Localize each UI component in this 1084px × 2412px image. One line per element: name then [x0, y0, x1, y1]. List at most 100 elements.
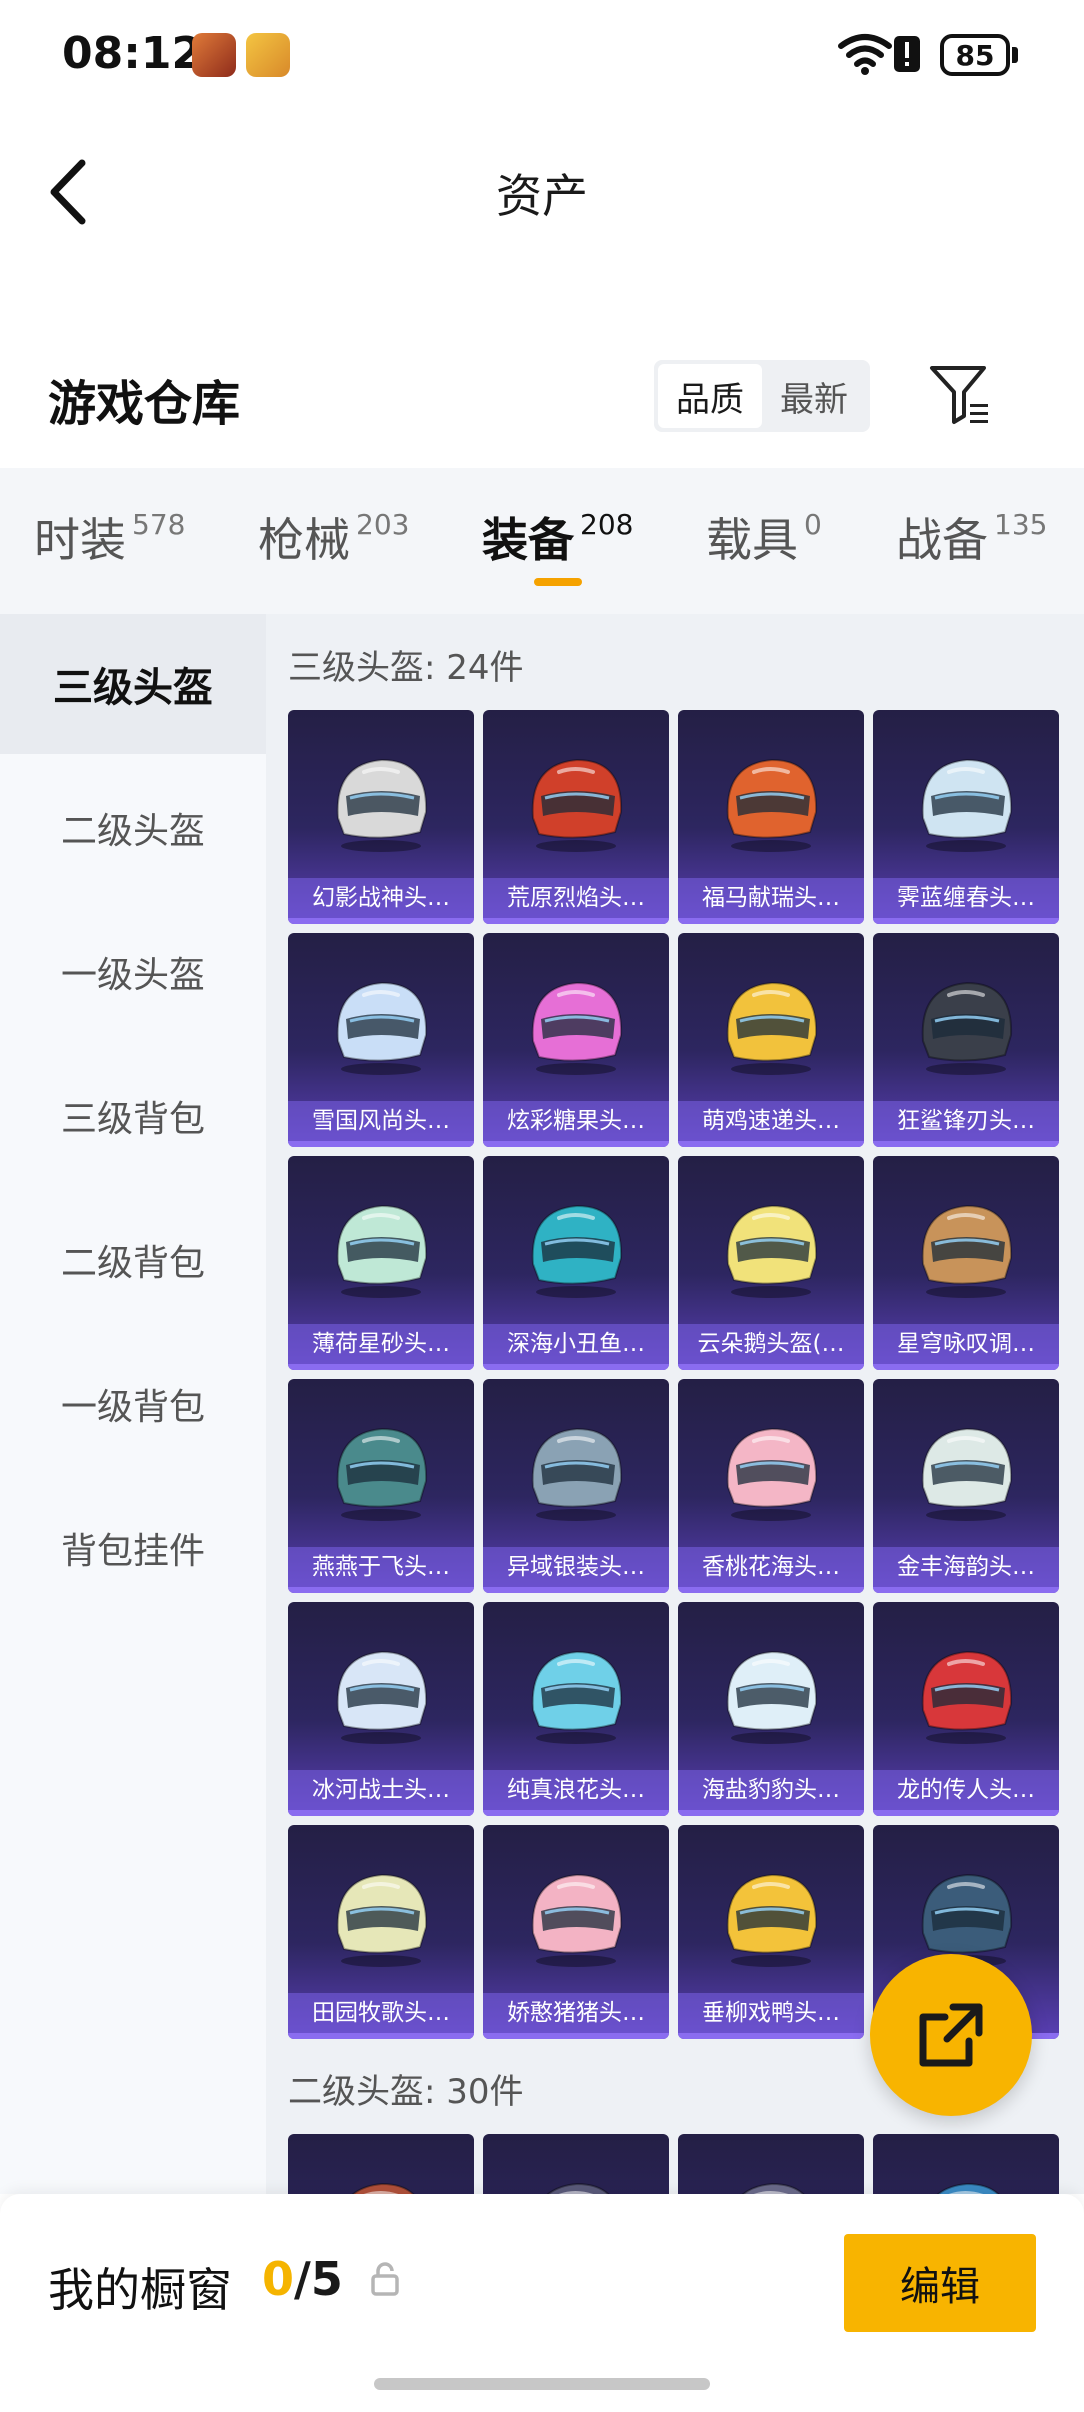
lock-icon [371, 2262, 399, 2296]
item-name: 炫彩糖果头… [483, 1101, 669, 1141]
item-name: 深海小丑鱼… [483, 1324, 669, 1364]
share-icon [919, 2003, 983, 2067]
helmet-icon [726, 1873, 818, 1967]
tab-count: 203 [356, 508, 410, 541]
item-card[interactable]: 纯真浪花头… [483, 1602, 669, 1816]
item-card[interactable]: 田园牧歌头… [288, 1825, 474, 2039]
sidebar-item-level1-backpack[interactable]: 一级背包 [0, 1334, 266, 1474]
showcase-total: /5 [294, 2252, 343, 2306]
warehouse-title: 游戏仓库 [48, 376, 241, 432]
helmet-icon [531, 1204, 623, 1298]
item-card[interactable]: 萌鸡速递头… [678, 933, 864, 1147]
tab-label: 枪械 [258, 513, 350, 567]
item-card[interactable] [678, 2134, 864, 2194]
item-card[interactable]: 冰河战士头… [288, 1602, 474, 1816]
helmet-icon [351, 2182, 415, 2194]
item-name: 香桃花海头… [678, 1547, 864, 1587]
item-name: 云朵鹅头盔(… [678, 1324, 864, 1364]
item-name: 娇憨猪猪头… [483, 1993, 669, 2033]
edit-button[interactable]: 编辑 [844, 2234, 1036, 2332]
status-bar: 08:12 85 [0, 0, 1084, 110]
helmet-icon [531, 1427, 623, 1521]
helmet-icon [336, 1650, 428, 1744]
item-card[interactable]: 云朵鹅头盔(… [678, 1156, 864, 1370]
item-card[interactable]: 星穹咏叹调… [873, 1156, 1059, 1370]
active-tab-underline [534, 578, 582, 586]
sidebar-item-level1-helmet[interactable]: 一级头盔 [0, 902, 266, 1042]
helmet-icon [921, 1427, 1013, 1521]
item-card[interactable]: 深海小丑鱼… [483, 1156, 669, 1370]
item-card[interactable]: 金丰海韵头… [873, 1379, 1059, 1593]
helmet-icon [726, 981, 818, 1075]
helmet-icon [531, 981, 623, 1075]
helmet-icon [921, 1650, 1013, 1744]
share-button[interactable] [870, 1954, 1032, 2116]
item-card[interactable]: 燕燕于飞头… [288, 1379, 474, 1593]
helmet-icon [921, 981, 1013, 1075]
helmet-icon [726, 1204, 818, 1298]
helmet-icon [921, 758, 1013, 852]
item-card[interactable]: 荒原烈焰头… [483, 710, 669, 924]
helmet-icon [936, 2182, 1000, 2194]
battery-level: 85 [955, 38, 995, 72]
tab-count: 208 [580, 508, 634, 541]
tab-label: 战备 [896, 513, 988, 567]
battery-tip [1012, 47, 1018, 63]
item-card[interactable] [483, 2134, 669, 2194]
tab-label: 装备 [482, 513, 574, 567]
battery-indicator: 85 [940, 34, 1010, 76]
tab-vehicles[interactable]: 载具 0 [706, 504, 822, 570]
helmet-icon [741, 2182, 805, 2194]
item-grid [288, 2134, 1059, 2194]
tab-firearms[interactable]: 枪械 203 [258, 504, 409, 570]
item-name: 雪国风尚头… [288, 1101, 474, 1141]
sort-toggle: 品质 最新 [654, 360, 870, 432]
tab-equipment[interactable]: 装备 208 [482, 504, 633, 570]
group-title-level3-helmet: 三级头盔: 24件 [288, 648, 524, 688]
item-card[interactable]: 薄荷星砂头… [288, 1156, 474, 1370]
item-name: 垂柳戏鸭头… [678, 1993, 864, 2033]
sidebar-item-level2-backpack[interactable]: 二级背包 [0, 1190, 266, 1330]
item-card[interactable]: 异域银装头… [483, 1379, 669, 1593]
sort-option-newest[interactable]: 最新 [762, 364, 866, 428]
item-card[interactable]: 娇憨猪猪头… [483, 1825, 669, 2039]
item-name: 幻影战神头… [288, 878, 474, 918]
helmet-icon [336, 981, 428, 1075]
item-name: 霁蓝缠春头… [873, 878, 1059, 918]
sidebar: 三级头盔 二级头盔 一级头盔 三级背包 二级背包 一级背包 背包挂件 [0, 614, 266, 2194]
item-name: 龙的传人头… [873, 1770, 1059, 1810]
tab-count: 578 [132, 508, 186, 541]
sidebar-item-backpack-pendant[interactable]: 背包挂件 [0, 1478, 266, 1618]
item-card[interactable] [288, 2134, 474, 2194]
item-card[interactable]: 龙的传人头… [873, 1602, 1059, 1816]
sidebar-item-level3-helmet[interactable]: 三级头盔 [0, 614, 266, 754]
showcase-bar: 我的橱窗 0/5 编辑 [0, 2194, 1084, 2412]
sidebar-item-level2-helmet[interactable]: 二级头盔 [0, 758, 266, 898]
item-card[interactable]: 海盐豹豹头… [678, 1602, 864, 1816]
alert-icon [894, 36, 920, 72]
tab-label: 时装 [34, 513, 126, 567]
tab-combat-gear[interactable]: 战备 135 [896, 504, 1047, 570]
category-tabs: 时装 578 枪械 203 装备 208 载具 0 战备 135 [0, 468, 1084, 614]
group-title-level2-helmet: 二级头盔: 30件 [288, 2072, 524, 2112]
sidebar-item-level3-backpack[interactable]: 三级背包 [0, 1046, 266, 1186]
item-card[interactable] [873, 2134, 1059, 2194]
tab-fashion[interactable]: 时装 578 [34, 504, 185, 570]
game-app-icon-2 [246, 33, 290, 77]
sort-option-quality[interactable]: 品质 [658, 364, 762, 428]
showcase-current: 0 [262, 2252, 295, 2306]
item-card[interactable]: 狂鲨锋刃头… [873, 933, 1059, 1147]
item-card[interactable]: 福马献瑞头… [678, 710, 864, 924]
item-card[interactable]: 雪国风尚头… [288, 933, 474, 1147]
item-card[interactable]: 幻影战神头… [288, 710, 474, 924]
item-card[interactable]: 霁蓝缠春头… [873, 710, 1059, 924]
item-card[interactable]: 香桃花海头… [678, 1379, 864, 1593]
item-name: 狂鲨锋刃头… [873, 1101, 1059, 1141]
item-card[interactable]: 垂柳戏鸭头… [678, 1825, 864, 2039]
tab-count: 0 [804, 508, 822, 541]
item-card[interactable]: 炫彩糖果头… [483, 933, 669, 1147]
item-name: 异域银装头… [483, 1547, 669, 1587]
helmet-icon [336, 758, 428, 852]
item-name: 燕燕于飞头… [288, 1547, 474, 1587]
filter-icon[interactable] [928, 362, 992, 428]
